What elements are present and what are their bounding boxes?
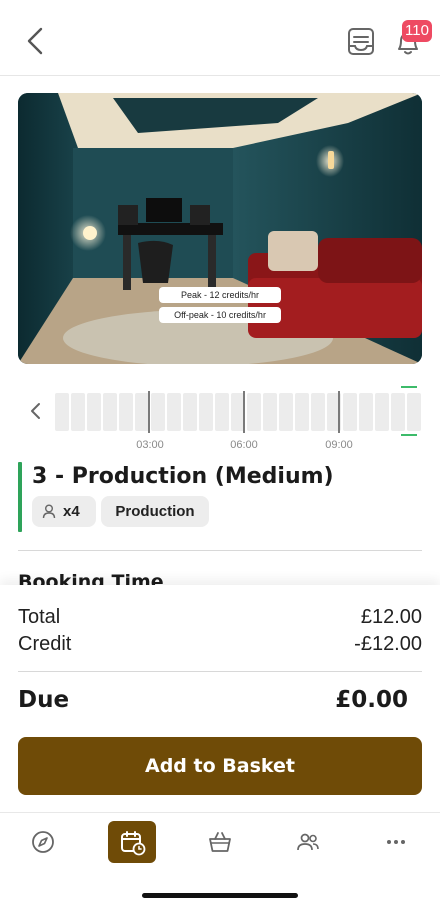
timeline-slot[interactable] [359,393,373,431]
people-icon [297,833,319,851]
capacity-value: x4 [63,503,80,520]
timeline-track[interactable] [55,391,422,433]
timeline-slot[interactable] [55,393,69,431]
timeline-slot[interactable] [183,393,197,431]
chevron-left-icon [31,403,40,419]
compass-icon [32,831,54,853]
timeline-slot[interactable] [407,393,421,431]
calendar-clock-icon [121,831,146,856]
receipt-icon [348,28,374,55]
tab-explore[interactable] [19,821,67,863]
timeline-slot[interactable] [167,393,181,431]
add-to-basket-button[interactable]: Add to Basket [18,737,422,795]
timeline-hour-marker [243,391,245,433]
receipt-button[interactable] [345,26,377,58]
timeline-slot[interactable] [135,393,149,431]
timeline-slot[interactable] [263,393,277,431]
timeline-slot[interactable] [375,393,389,431]
credit-value: -£12.00 [354,633,422,655]
timeline-label: 03:00 [136,439,164,451]
notification-badge: 110 [402,20,432,42]
timeline-label: 06:00 [230,439,258,451]
timeline-selection-marker [401,386,417,388]
timeline-slot[interactable] [87,393,101,431]
timeline-slot[interactable] [151,393,165,431]
timeline-slot[interactable] [215,393,229,431]
time-slot-timeline[interactable]: 03:00 06:00 09:00 [18,382,422,454]
more-icon [387,840,405,844]
tab-bookings[interactable] [108,821,156,863]
timeline-slot[interactable] [343,393,357,431]
due-value: £0.00 [335,687,408,713]
timeline-slot[interactable] [119,393,133,431]
credit-label: Credit [18,633,72,655]
timeline-slot[interactable] [311,393,325,431]
offpeak-price-label: Off-peak - 10 credits/hr [159,307,281,323]
timeline-selection-marker [401,434,417,436]
tab-basket[interactable] [196,821,244,863]
timeline-slot[interactable] [71,393,85,431]
bottom-tab-bar [0,812,440,907]
basket-icon [209,832,231,852]
room-header: 3 - Production (Medium) x4 Production [18,462,422,532]
price-summary-panel: Total £12.00 Credit -£12.00 Due £0.00 Ad… [0,585,440,812]
timeline-hour-marker [148,391,150,433]
timeline-slot[interactable] [247,393,261,431]
room-type-chip: Production [101,496,209,527]
timeline-slot[interactable] [295,393,309,431]
person-icon [42,504,56,519]
peak-price-label: Peak - 12 credits/hr [159,287,281,303]
timeline-label: 09:00 [325,439,353,451]
timeline-previous-button[interactable] [28,400,44,422]
room-accent-bar [18,462,22,532]
tab-more[interactable] [372,821,420,863]
room-title: 3 - Production (Medium) [32,464,334,489]
home-indicator [142,893,298,898]
back-button[interactable] [22,26,50,56]
top-bar: 110 [0,0,440,76]
divider [18,671,422,672]
tab-members[interactable] [284,821,332,863]
chevron-left-icon [27,27,43,55]
timeline-hour-marker [338,391,340,433]
total-label: Total [18,606,61,628]
room-photo: Peak - 12 credits/hr Off-peak - 10 credi… [18,93,422,364]
timeline-slot[interactable] [199,393,213,431]
total-value: £12.00 [360,606,422,628]
capacity-chip: x4 [32,496,96,527]
timeline-slot[interactable] [103,393,117,431]
booking-time-heading: Booking Time [18,571,164,585]
timeline-slot[interactable] [279,393,293,431]
due-label: Due [18,687,70,713]
timeline-slot[interactable] [391,393,405,431]
divider [18,550,422,551]
